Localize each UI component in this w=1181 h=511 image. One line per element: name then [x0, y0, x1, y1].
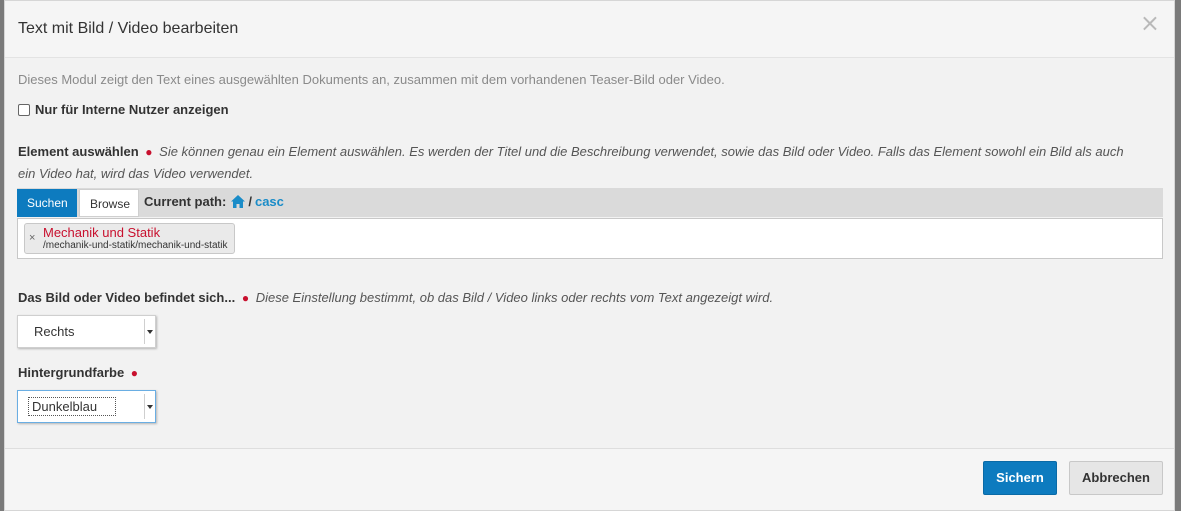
selected-element-title: Mechanik und Statik — [43, 225, 161, 240]
element-hint-continued: ein Video hat, wird das Video verwendet. — [18, 166, 254, 181]
internal-only-option[interactable]: Nur für Interne Nutzer anzeigen — [18, 102, 229, 117]
caret-down-icon — [144, 394, 155, 419]
background-select-value: Dunkelblau — [28, 397, 116, 416]
dialog-title: Text mit Bild / Video bearbeiten — [18, 20, 239, 37]
tab-search[interactable]: Suchen — [17, 189, 77, 217]
element-field-label: Element auswählen ● Sie können genau ein… — [18, 141, 1168, 184]
position-hint: Diese Einstellung bestimmt, ob das Bild … — [255, 290, 774, 305]
position-label: Das Bild oder Video befindet sich... — [18, 290, 236, 305]
path-separator: / — [248, 194, 252, 209]
background-field-label: Hintergrundfarbe ● — [18, 362, 141, 384]
selected-element-chip: × Mechanik und Statik /mechanik-und-stat… — [24, 223, 235, 254]
position-field-label: Das Bild oder Video befindet sich... ● D… — [18, 287, 773, 309]
close-icon[interactable]: × — [1140, 11, 1160, 35]
selected-elements-box[interactable]: × Mechanik und Statik /mechanik-und-stat… — [17, 218, 1163, 259]
background-select[interactable]: Dunkelblau — [17, 390, 156, 423]
internal-only-checkbox[interactable] — [18, 103, 30, 116]
edit-module-dialog: Text mit Bild / Video bearbeiten × Diese… — [4, 0, 1175, 511]
home-icon[interactable] — [231, 195, 246, 208]
cancel-button[interactable]: Abbrechen — [1069, 461, 1163, 495]
position-select-value: Rechts — [34, 324, 75, 339]
tab-browse[interactable]: Browse — [79, 189, 139, 217]
internal-only-label: Nur für Interne Nutzer anzeigen — [35, 102, 229, 117]
dialog-footer: Sichern Abbrechen — [5, 448, 1174, 510]
required-marker: ● — [130, 366, 139, 380]
element-hint: Sie können genau ein Element auswählen. … — [159, 144, 1124, 159]
required-marker: ● — [241, 291, 250, 305]
dialog-header: Text mit Bild / Video bearbeiten × — [5, 1, 1174, 58]
current-path: Current path: / casc — [144, 194, 284, 209]
caret-down-icon — [144, 319, 155, 344]
element-picker-toolbar: Suchen Browse Current path: / casc — [17, 188, 1163, 217]
save-button[interactable]: Sichern — [983, 461, 1057, 495]
required-marker: ● — [145, 145, 153, 159]
background-label: Hintergrundfarbe — [18, 365, 125, 380]
module-description: Dieses Modul zeigt den Text eines ausgew… — [18, 72, 725, 87]
remove-icon[interactable]: × — [29, 232, 35, 244]
element-label: Element auswählen — [18, 144, 139, 159]
position-select[interactable]: Rechts — [17, 315, 156, 348]
path-link-casc[interactable]: casc — [255, 194, 284, 209]
current-path-label: Current path: — [144, 194, 227, 209]
selected-element-path: /mechanik-und-statik/mechanik-und-statik — [43, 240, 228, 251]
